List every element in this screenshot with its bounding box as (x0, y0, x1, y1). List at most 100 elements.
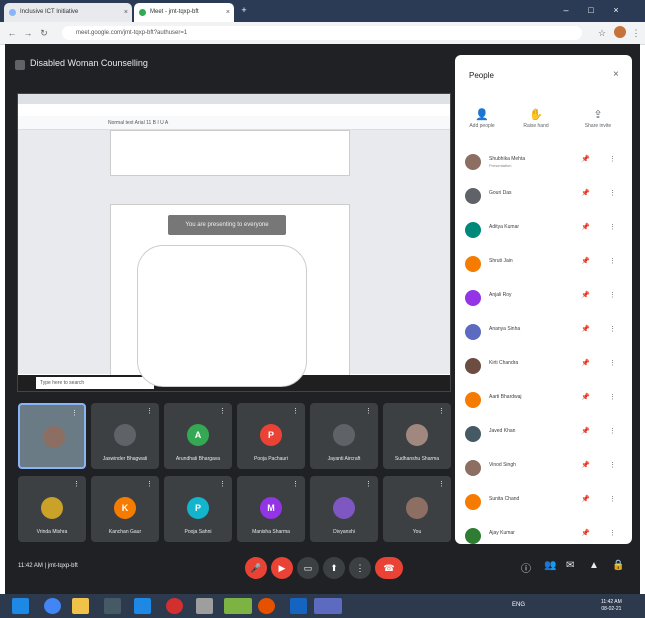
chrome-icon[interactable] (44, 598, 61, 614)
participant-tile[interactable]: ⋮ P Pooja Pachauri (237, 403, 305, 469)
pin-icon[interactable]: 📌 (581, 223, 590, 231)
pin-icon[interactable]: 📌 (581, 189, 590, 197)
participant-list-item[interactable]: Aarti Bhardwaj 📌 ⋮ (455, 386, 632, 420)
participant-list-item[interactable]: Sunita Chand 📌 ⋮ (455, 488, 632, 522)
more-icon[interactable]: ⋮ (609, 359, 616, 367)
new-tab-icon[interactable]: + (238, 4, 250, 16)
more-icon[interactable]: ⋮ (609, 189, 616, 197)
participant-tile[interactable]: ⋮ K Kanchan Gaur (91, 476, 159, 542)
pin-icon[interactable]: 📌 (581, 325, 590, 333)
participant-list-item[interactable]: Shubhika Mehta Presentation 📌 ⋮ (455, 148, 632, 182)
word-icon[interactable] (290, 598, 307, 614)
participant-list-item[interactable]: Vinod Singh 📌 ⋮ (455, 454, 632, 488)
pin-icon[interactable]: 📌 (581, 427, 590, 435)
phone-outline-image (137, 245, 307, 387)
maximize-icon[interactable]: □ (585, 4, 597, 16)
share-invite-button[interactable]: ⇪ Share invite (573, 107, 623, 129)
participant-list-item[interactable]: Aditya Kumar 📌 ⋮ (455, 216, 632, 250)
participant-tile[interactable]: ⋮ P Pooja Sahni (164, 476, 232, 542)
participant-list-item[interactable]: Ajay Kumar 📌 ⋮ (455, 522, 632, 556)
captions-button[interactable]: ▭ (297, 557, 319, 579)
add-people-button[interactable]: 👤 Add people (457, 107, 507, 129)
participant-list-item[interactable]: Javed Khan 📌 ⋮ (455, 420, 632, 454)
mic-muted-icon: ⋮ (146, 481, 153, 488)
participant-list-item[interactable]: Shruti Jain 📌 ⋮ (455, 250, 632, 284)
more-icon[interactable]: ⋮ (609, 427, 616, 435)
raise-hand-button[interactable]: ✋ Raise hand (511, 107, 561, 129)
close-panel-icon[interactable]: × (613, 69, 619, 80)
file-explorer-icon[interactable] (72, 598, 89, 614)
firefox-icon[interactable] (258, 598, 275, 614)
more-icon[interactable]: ⋮ (609, 529, 616, 537)
participant-tile[interactable]: ⋮ Sudhanshu Sharma (383, 403, 451, 469)
participant-tile[interactable]: ⋮ A Arundhati Bhargava (164, 403, 232, 469)
more-options-button[interactable]: ⋮ (349, 557, 371, 579)
pin-icon[interactable]: 📌 (581, 291, 590, 299)
participant-name: You (412, 529, 422, 535)
system-tray[interactable]: ENG (512, 602, 525, 608)
pin-icon[interactable]: 📌 (581, 393, 590, 401)
taskbar-clock[interactable]: 11:42 AM 08-02-21 (601, 599, 622, 613)
more-icon[interactable]: ⋮ (609, 223, 616, 231)
present-button[interactable]: ⬆ (323, 557, 345, 579)
participant-tile[interactable]: ⋮ Jaswinder Bhagwati (91, 403, 159, 469)
more-icon[interactable]: ⋮ (609, 257, 616, 265)
activities-icon[interactable]: ▲ (589, 560, 599, 571)
pin-icon[interactable]: 📌 (581, 155, 590, 163)
leave-call-button[interactable]: ☎ (375, 557, 403, 579)
participant-list-item[interactable]: Kirti Chandra 📌 ⋮ (455, 352, 632, 386)
participant-tile[interactable]: ⋮ Jayanti Aircraft (310, 403, 378, 469)
shared-browser-tabs (18, 94, 450, 104)
camera-off-button[interactable]: ▶ (271, 557, 293, 579)
mic-off-button[interactable]: 🎤 (245, 557, 267, 579)
photos-icon[interactable] (224, 598, 252, 614)
pin-icon[interactable]: 📌 (581, 529, 590, 537)
tab-ict[interactable]: Inclusive ICT Initiative × (4, 3, 132, 22)
avatar (465, 426, 481, 442)
lock-icon[interactable]: 🔒 (612, 560, 624, 571)
pin-icon[interactable]: 📌 (581, 495, 590, 503)
url-input[interactable]: meet.google.com/jmt-tqxp-bft?authuser=1 (62, 26, 582, 40)
start-icon[interactable] (12, 598, 29, 614)
pin-icon[interactable]: 📌 (581, 359, 590, 367)
participant-tile[interactable]: ⋮ You (383, 476, 451, 542)
participant-name: Shruti Jain (489, 258, 513, 264)
star-icon[interactable]: ☆ (596, 27, 608, 39)
reload-icon[interactable]: ↻ (38, 27, 50, 39)
more-icon[interactable]: ⋮ (609, 461, 616, 469)
tab-meet[interactable]: Meet - jmt-tqxp-bft × (134, 3, 234, 22)
more-icon[interactable]: ⋮ (609, 325, 616, 333)
avatar: P (187, 497, 209, 519)
more-icon[interactable]: ⋮ (609, 495, 616, 503)
opera-icon[interactable] (166, 598, 183, 614)
menu-icon[interactable]: ⋮ (630, 27, 642, 39)
pin-icon[interactable]: 📌 (581, 461, 590, 469)
store-icon[interactable] (104, 598, 121, 614)
active-window-icon[interactable] (314, 598, 342, 614)
participant-list-item[interactable]: Ananya Sinha 📌 ⋮ (455, 318, 632, 352)
people-icon[interactable]: 👥 (544, 560, 556, 571)
participant-list-item[interactable]: Gouri Das 📌 ⋮ (455, 182, 632, 216)
participant-tile[interactable]: ⋮ Vrinda Mishra (18, 476, 86, 542)
forward-icon[interactable]: → (22, 27, 34, 39)
participant-list-item[interactable]: Anjali Roy 📌 ⋮ (455, 284, 632, 318)
close-icon[interactable]: × (226, 3, 230, 22)
back-icon[interactable]: ← (6, 27, 18, 39)
minimize-icon[interactable]: – (560, 4, 572, 16)
more-icon[interactable]: ⋮ (609, 393, 616, 401)
close-window-icon[interactable]: × (610, 4, 622, 16)
info-icon[interactable]: ⓘ (521, 560, 531, 575)
participant-tile[interactable]: ⋮ Divyanshi (310, 476, 378, 542)
profile-avatar[interactable] (614, 26, 626, 38)
participant-tile[interactable]: ⋮ (18, 403, 86, 469)
close-icon[interactable]: × (124, 3, 128, 22)
more-icon[interactable]: ⋮ (609, 155, 616, 163)
chat-icon[interactable]: ✉ (566, 560, 574, 571)
mic-muted-icon: ⋮ (292, 481, 299, 488)
more-icon[interactable]: ⋮ (609, 291, 616, 299)
pin-icon[interactable]: 📌 (581, 257, 590, 265)
edge-icon[interactable] (134, 598, 151, 614)
participant-tile[interactable]: ⋮ M Manisha Sharma (237, 476, 305, 542)
avatar (465, 324, 481, 340)
app-icon[interactable] (196, 598, 213, 614)
